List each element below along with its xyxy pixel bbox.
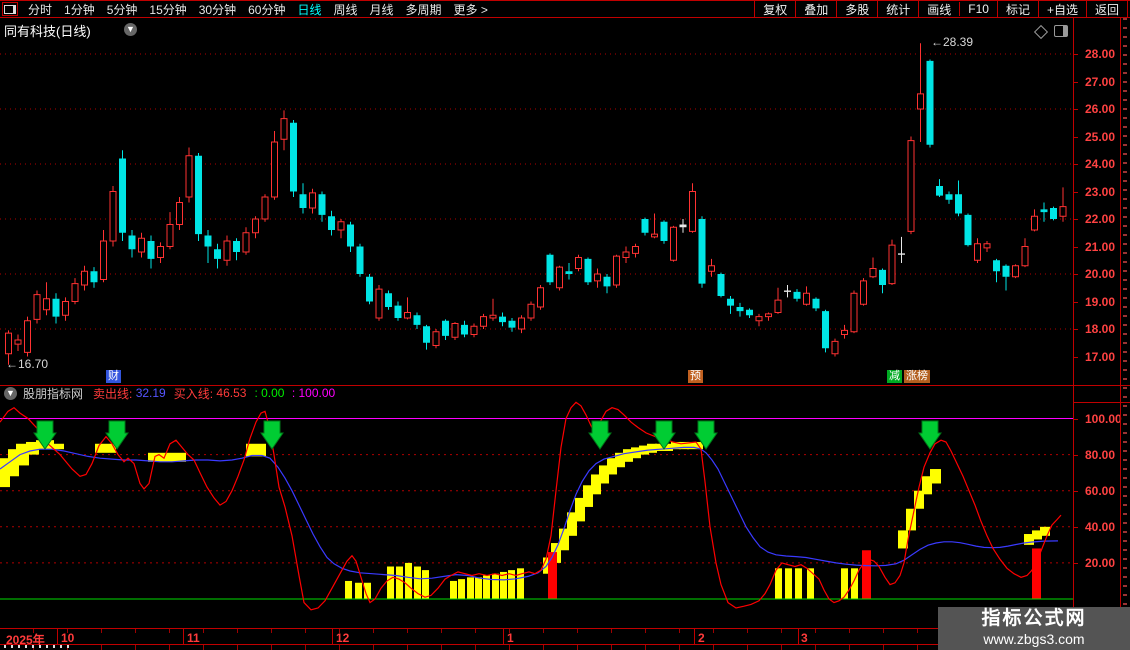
chevron-down-icon[interactable]: ▼ [124,23,137,36]
toolbtn-F10[interactable]: F10 [959,2,997,16]
sell-arrow-icon [588,420,612,450]
menu-1分钟[interactable]: 1分钟 [58,1,101,18]
collapse-indicator-icon[interactable]: ▼ [4,386,17,400]
indicator-header: ▼ 股朋指标网 卖出线: 32.19 买入线: 46.53 : 0.00 : 1… [0,386,1073,401]
toolbtn-+自选[interactable]: +自选 [1037,0,1086,18]
toolbtn-标记[interactable]: 标记 [996,0,1038,18]
price-label-20.00: 20.00 [1085,267,1116,281]
high-price-annotation: ←28.39 [931,35,974,49]
toolbtn-多股[interactable]: 多股 [836,0,877,18]
month-separator [183,629,184,645]
toolbtn-统计[interactable]: 统计 [877,0,918,18]
toolbtn-叠加[interactable]: 叠加 [795,0,836,18]
month-label-12: 12 [336,631,350,645]
period-menu: 分时 1分钟 5分钟 15分钟 30分钟 60分钟 日线 周线 月线 多周期 更多 > [0,1,494,18]
event-badge-减[interactable]: 减 [887,370,902,383]
menu-60分钟[interactable]: 60分钟 [242,1,291,18]
indicator-label-80.00: 80.00 [1085,447,1116,462]
indicator-name: 股朋指标网 [23,386,84,401]
buy-line-value: 46.53 [216,386,247,400]
month-label-11: 11 [187,631,200,645]
sell-line-label: 卖出线: [93,386,133,401]
candlestick-canvas[interactable] [0,18,1073,385]
price-label-25.00: 25.00 [1085,129,1116,144]
main-chart-pane[interactable]: 同有科技(日线) ▼ ←28.39 ←16.70 财 预 减涨榜 [0,18,1073,385]
price-label-22.00: 22.00 [1085,212,1116,226]
zero-const-value: : 0.00 [254,386,285,400]
low-price-annotation: ←16.70 [6,357,49,371]
indicator-canvas[interactable] [0,400,1073,628]
month-separator [798,629,799,645]
price-label-23.00: 23.00 [1085,184,1116,199]
indicator-label-20.00: 20.00 [1085,555,1116,570]
axis-section-divider [1073,402,1130,403]
menu-更多 >[interactable]: 更多 > [448,1,494,18]
price-label-17.00: 17.00 [1085,349,1116,364]
price-label-27.00: 27.00 [1085,74,1116,89]
toolbar: 分时 1分钟 5分钟 15分钟 30分钟 60分钟 日线 周线 月线 多周期 更多 > 复权 叠加 多股… [0,0,1130,18]
month-label-10: 10 [61,631,75,645]
hundred-const-value: : 100.00 [291,386,336,400]
month-label-3: 3 [801,631,808,645]
menu-多周期[interactable]: 多周期 [400,1,448,18]
sell-arrow-icon [918,420,942,450]
menu-月线[interactable]: 月线 [364,1,400,18]
tools-menu: 复权 叠加 多股 统计 画线 F10 标记 +自选 返回 [754,0,1128,18]
month-label-1: 1 [507,631,514,645]
toolbtn-返回[interactable]: 返回 [1085,0,1128,18]
menu-分时[interactable]: 分时 [22,1,58,18]
price-label-24.00: 24.00 [1085,157,1116,171]
watermark: 指标公式网 www.zbgs3.com [938,607,1130,650]
toolbtn-画线[interactable]: 画线 [918,0,959,18]
month-label-2: 2 [698,631,705,645]
indicator-label-60.00: 60.00 [1085,483,1116,498]
trading-app-window: 分时 1分钟 5分钟 15分钟 30分钟 60分钟 日线 周线 月线 多周期 更多 > 复权 叠加 多股… [0,0,1130,650]
panel-split-icon[interactable] [1054,25,1068,37]
event-badge-预[interactable]: 预 [688,370,703,383]
axis-divider [1073,18,1074,650]
buy-line-label: 买入线: [173,386,214,401]
price-axis: 28.00 27.00 26.00 25.00 24.00 23.00 22.00 21.00… [1073,18,1122,628]
event-badge-财[interactable]: 财 [106,370,121,383]
indicator-label-100.00: 100.00 [1085,411,1122,426]
sell-line-value: 32.19 [135,386,166,400]
price-label-19.00: 19.00 [1085,294,1116,309]
price-label-26.00: 26.00 [1085,102,1116,116]
month-separator [503,629,504,645]
watermark-site-name: 指标公式网 [981,608,1087,629]
month-separator [694,629,695,645]
window-layout-icon[interactable] [2,2,18,16]
toolbtn-复权[interactable]: 复权 [754,0,795,18]
menu-周线[interactable]: 周线 [327,1,363,18]
price-label-21.00: 21.00 [1085,239,1116,254]
menu-15分钟[interactable]: 15分钟 [143,1,192,18]
menu-日线[interactable]: 日线 [291,1,327,18]
price-label-18.00: 18.00 [1085,322,1116,336]
menu-30分钟[interactable]: 30分钟 [193,1,242,18]
stock-title[interactable]: 同有科技(日线) [4,21,91,40]
month-separator [332,629,333,645]
indicator-label-40.00: 40.00 [1085,519,1116,534]
menu-5分钟[interactable]: 5分钟 [101,1,144,18]
right-scale-strip[interactable] [1120,18,1130,628]
price-label-28.00: 28.00 [1085,47,1116,61]
watermark-url: www.zbgs3.com [983,631,1085,647]
month-separator [57,629,58,645]
event-badge-涨榜[interactable]: 涨榜 [904,370,930,383]
